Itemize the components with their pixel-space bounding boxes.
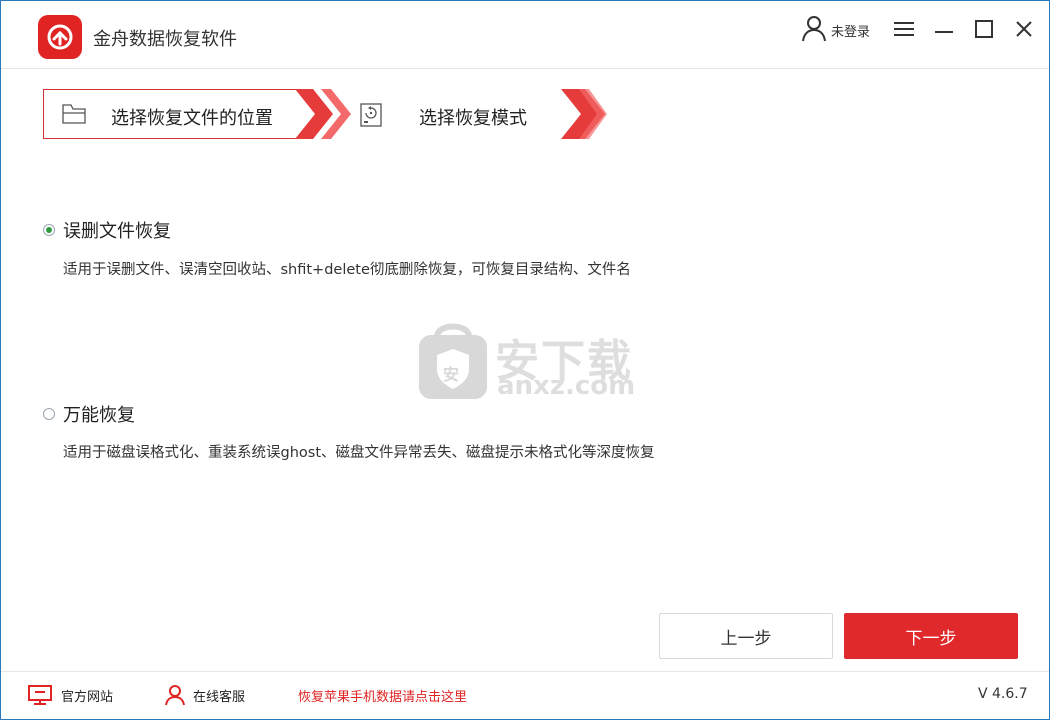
maximize-button[interactable] — [970, 15, 998, 43]
shield-bag-icon — [419, 323, 487, 399]
prev-step-button[interactable]: 上一步 — [659, 613, 833, 659]
option-2-description: 适用于磁盘误格式化、重装系统误ghost、磁盘文件异常丢失、磁盘提示未格式化等深… — [63, 445, 655, 461]
minimize-icon — [935, 31, 953, 33]
close-button[interactable] — [1010, 15, 1038, 43]
watermark: 安 安下载 anxz.com — [417, 319, 637, 403]
close-icon — [1016, 21, 1032, 37]
minimize-button[interactable] — [930, 15, 958, 43]
radio-universal-recovery[interactable] — [43, 408, 55, 420]
folder-icon — [61, 102, 87, 130]
next-step-button[interactable]: 下一步 — [844, 613, 1018, 659]
support-link[interactable]: 在线客服 — [165, 684, 245, 706]
app-logo-icon — [38, 15, 82, 59]
website-label: 官方网站 — [61, 689, 114, 705]
radio-deleted-file-recovery[interactable] — [43, 224, 55, 236]
website-link[interactable]: 官方网站 — [27, 684, 113, 706]
menu-icon — [894, 22, 914, 36]
footer: 官方网站 在线客服 恢复苹果手机数据请点击这里 V 4.6.7 — [1, 671, 1049, 719]
option-2-label: 万能恢复 — [63, 405, 135, 426]
disk-restore-icon — [359, 102, 383, 132]
watermark-en: anxz.com — [497, 371, 636, 401]
option-1-description: 适用于误删文件、误清空回收站、shfit+delete彻底删除恢复，可恢复目录结… — [63, 262, 631, 278]
step-indicator: 选择恢复文件的位置 选择恢复模式 — [43, 89, 607, 139]
step-2-label: 选择恢复模式 — [419, 108, 527, 129]
login-button[interactable]: 未登录 — [801, 15, 870, 45]
title-bar: 金舟数据恢复软件 未登录 — [1, 1, 1049, 69]
app-window: 金舟数据恢复软件 未登录 选择恢复文件的位置 选择恢复模式 误删文件恢复 适用于… — [0, 0, 1050, 720]
watermark-badge: 安 — [443, 365, 460, 384]
monitor-icon — [28, 685, 52, 705]
app-title: 金舟数据恢复软件 — [93, 29, 237, 50]
support-label: 在线客服 — [193, 689, 246, 705]
menu-button[interactable] — [890, 15, 918, 43]
step-1-label: 选择恢复文件的位置 — [111, 108, 273, 129]
option-universal-recovery[interactable]: 万能恢复 — [43, 401, 135, 427]
option-1-label: 误删文件恢复 — [63, 221, 171, 242]
user-icon — [801, 14, 827, 46]
version-label: V 4.6.7 — [978, 686, 1028, 702]
maximize-icon — [975, 20, 993, 38]
support-user-icon — [165, 685, 185, 706]
option-deleted-file-recovery[interactable]: 误删文件恢复 — [43, 217, 171, 243]
iphone-recovery-link[interactable]: 恢复苹果手机数据请点击这里 — [298, 686, 467, 705]
user-label: 未登录 — [831, 24, 871, 40]
